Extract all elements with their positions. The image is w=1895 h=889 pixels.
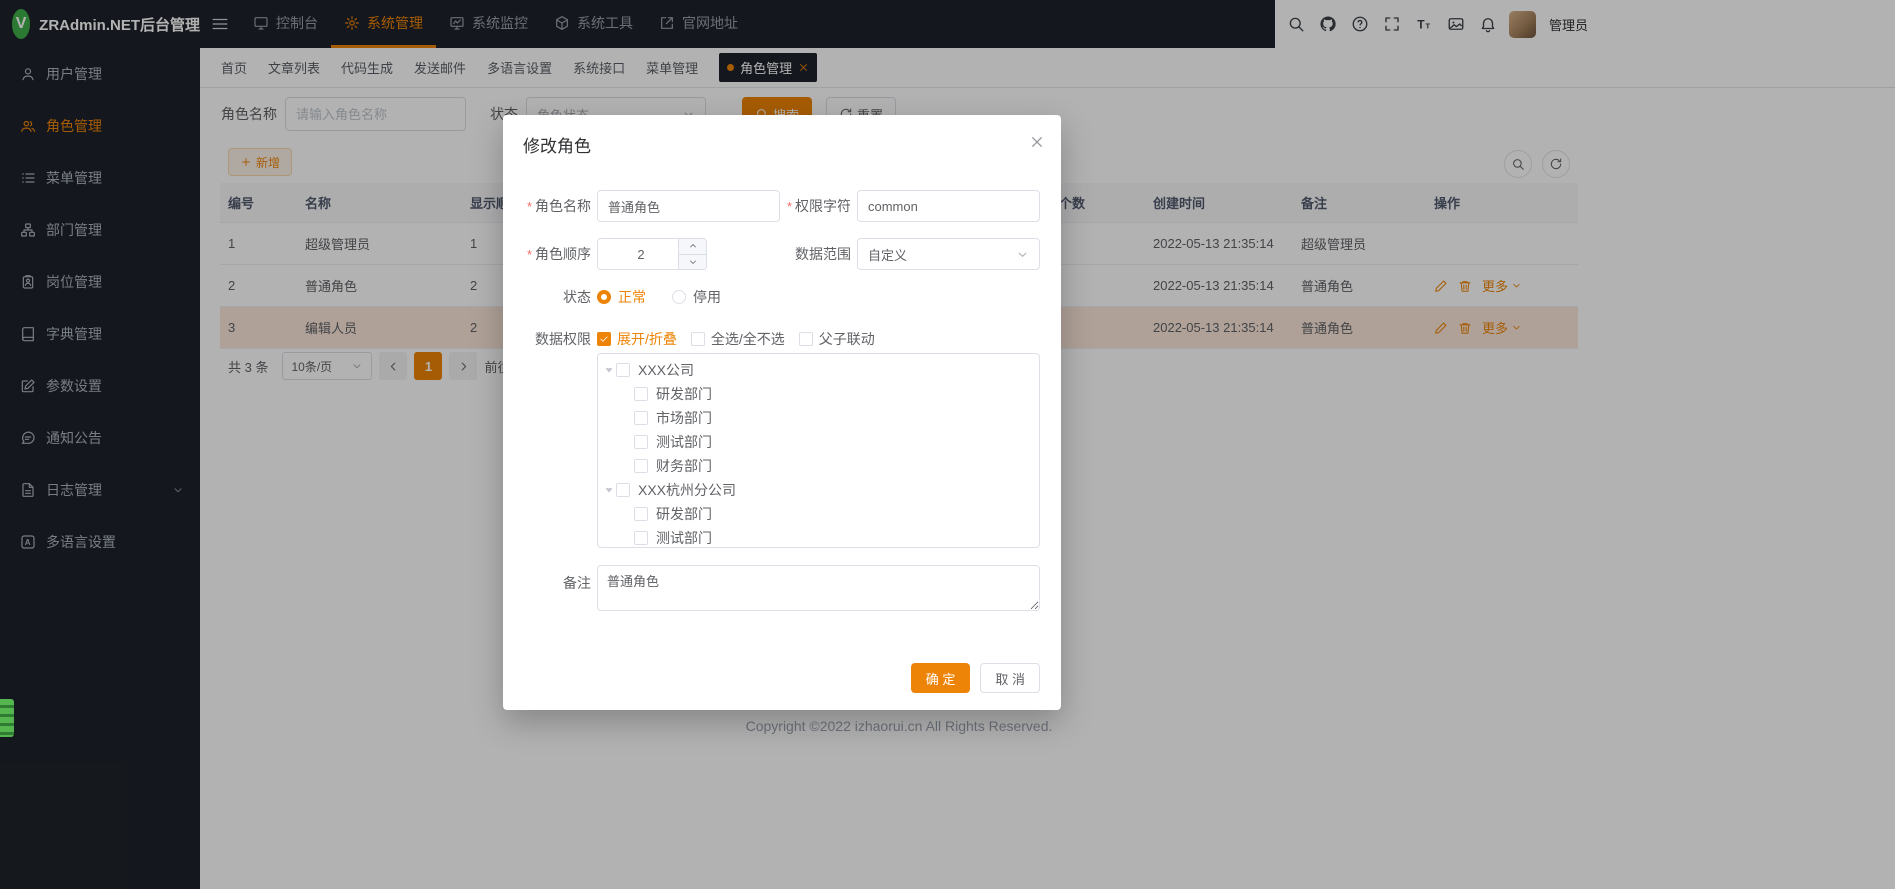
tree-node-label: 研发部门 (656, 384, 712, 404)
close-dialog-icon[interactable] (1029, 134, 1045, 150)
tree-checkbox[interactable] (634, 387, 648, 401)
cancel-button[interactable]: 取 消 (980, 663, 1040, 693)
required-asterisk: * (527, 199, 532, 214)
tree-node[interactable]: 测试部门 (598, 526, 1039, 548)
caret-down-icon[interactable] (602, 363, 616, 377)
confirm-button[interactable]: 确 定 (911, 663, 971, 693)
data-perm-checkbox-expand-collapse[interactable]: 展开/折叠 (597, 329, 677, 349)
tree-node[interactable]: 测试部门 (598, 430, 1039, 454)
caret-down-icon[interactable] (602, 483, 616, 497)
tree-node[interactable]: 研发部门 (598, 382, 1039, 406)
status-radio-group: 正常 停用 (597, 287, 747, 307)
data-scope-label: 数据范围 (707, 244, 851, 264)
remark-label: 备注 (503, 565, 591, 593)
tree-node[interactable]: XXX杭州分公司 (598, 478, 1039, 502)
data-perm-checkbox-parent-child[interactable]: 父子联动 (799, 329, 875, 349)
tree-node-label: 测试部门 (656, 432, 712, 452)
checkbox-icon (799, 332, 813, 346)
role-order-stepper (597, 238, 707, 270)
status-radio-disabled[interactable]: 停用 (672, 287, 721, 307)
status-radio-normal[interactable]: 正常 (597, 287, 646, 307)
data-scope-value: 自定义 (868, 245, 907, 264)
tree-node-label: 市场部门 (656, 408, 712, 428)
decrease-button[interactable] (679, 255, 706, 270)
chevron-down-icon (688, 257, 698, 267)
checkbox-icon (691, 332, 705, 346)
role-order-label: *角色顺序 (503, 244, 591, 264)
role-name-input[interactable] (597, 190, 780, 222)
dept-tree: XXX公司研发部门市场部门测试部门财务部门XXX杭州分公司研发部门测试部门 (597, 353, 1040, 548)
corner-widget-badge[interactable] (0, 699, 14, 737)
chevron-up-icon (688, 241, 698, 251)
required-asterisk: * (527, 247, 532, 262)
chevron-down-icon (1016, 248, 1029, 261)
tree-checkbox[interactable] (634, 435, 648, 449)
tree-node[interactable]: 市场部门 (598, 406, 1039, 430)
app-root: V ZRAdmin.NET后台管理 用户管理角色管理菜单管理部门管理岗位管理字典… (0, 0, 1895, 889)
tree-checkbox[interactable] (634, 507, 648, 521)
tree-checkbox[interactable] (616, 483, 630, 497)
status-label: 状态 (503, 287, 591, 307)
tree-node[interactable]: 研发部门 (598, 502, 1039, 526)
increase-button[interactable] (679, 239, 706, 255)
remark-textarea[interactable]: 普通角色 (597, 565, 1040, 611)
perm-char-input[interactable] (857, 190, 1040, 222)
edit-role-dialog: 修改角色 *角色名称 *权限字符 *角色顺序 数据范围 自定义 (503, 115, 1061, 710)
role-name-label: *角色名称 (503, 196, 591, 216)
tree-node-label: 财务部门 (656, 456, 712, 476)
radio-icon (597, 290, 611, 304)
radio-icon (672, 290, 686, 304)
required-asterisk: * (787, 199, 792, 214)
checkbox-icon (597, 332, 611, 346)
tree-node-label: XXX杭州分公司 (638, 480, 736, 500)
tree-checkbox[interactable] (616, 363, 630, 377)
data-perm-label: 数据权限 (503, 329, 591, 349)
data-perm-checkbox-select-all[interactable]: 全选/全不选 (691, 329, 785, 349)
tree-node-label: 研发部门 (656, 504, 712, 524)
stepper-buttons (678, 239, 706, 269)
tree-node-label: 测试部门 (656, 528, 712, 548)
tree-node[interactable]: XXX公司 (598, 358, 1039, 382)
perm-char-label: *权限字符 (780, 196, 851, 216)
tree-checkbox[interactable] (634, 531, 648, 545)
data-perm-options: 展开/折叠全选/全不选父子联动 (597, 329, 889, 349)
data-scope-select[interactable]: 自定义 (857, 238, 1040, 270)
tree-node[interactable]: 财务部门 (598, 454, 1039, 478)
dialog-header: 修改角色 (523, 132, 1045, 157)
dialog-title: 修改角色 (523, 132, 591, 157)
tree-checkbox[interactable] (634, 459, 648, 473)
tree-node-label: XXX公司 (638, 360, 694, 380)
tree-checkbox[interactable] (634, 411, 648, 425)
dialog-footer: 确 定 取 消 (911, 663, 1040, 693)
